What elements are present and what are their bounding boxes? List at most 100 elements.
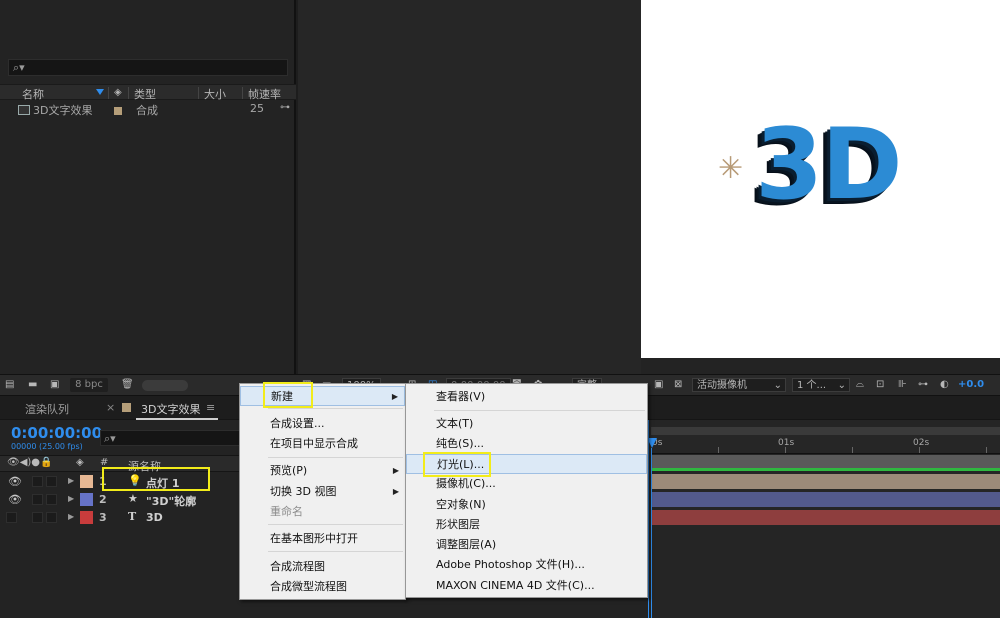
time-navigator[interactable] <box>651 427 1000 435</box>
column-name[interactable]: 名称 <box>22 86 44 102</box>
transparency-grid-icon[interactable]: ⊠ <box>674 378 682 392</box>
tab-composition[interactable]: 3D文字效果 <box>141 401 200 417</box>
viewer-3d-text[interactable]: 3D <box>755 110 903 220</box>
label-tag-icon[interactable]: ◈ <box>114 87 122 98</box>
highlight-light <box>423 452 491 477</box>
new-submenu: 查看器(V) 文本(T) 纯色(S)... 灯光(L)... 摄像机(C)...… <box>405 383 648 598</box>
submenu-arrow-icon: ▶ <box>391 392 398 401</box>
render-cache-line <box>651 468 1000 471</box>
exposure-value[interactable]: +0.0 <box>958 378 984 392</box>
column-size[interactable]: 大小 <box>204 86 226 102</box>
column-framerate[interactable]: 帧速率 <box>248 86 281 102</box>
trash-icon[interactable]: 🗑 <box>121 378 134 392</box>
visibility-switch-off[interactable] <box>6 512 17 523</box>
submenu-item-photoshop-file[interactable]: Adobe Photoshop 文件(H)... <box>406 555 647 575</box>
interpret-footage-icon[interactable]: ▤ <box>5 378 14 392</box>
expand-triangle-icon[interactable]: ▶ <box>68 494 74 503</box>
layer-name[interactable]: 3D <box>146 511 163 524</box>
layer-duration-bar[interactable] <box>651 492 1000 507</box>
visibility-eye-icon[interactable]: 👁 <box>8 475 22 488</box>
project-item-type: 合成 <box>136 104 158 117</box>
label-color-swatch <box>114 107 122 115</box>
solo-switch[interactable] <box>32 512 43 523</box>
thumbnail-size-slider[interactable] <box>142 380 188 391</box>
submenu-item-shape-layer[interactable]: 形状图层 <box>406 515 647 535</box>
project-item-fps: 25 <box>250 102 264 115</box>
viewer-pasteboard <box>641 358 1000 374</box>
project-search-input[interactable]: ⌕▾ <box>8 59 288 76</box>
text-layer-icon: T <box>128 510 137 523</box>
fast-preview-icon[interactable]: ⊡ <box>876 378 884 392</box>
project-item-row[interactable]: 3D文字效果 合成 25 ⊶ <box>0 101 296 117</box>
layer-label-color[interactable] <box>80 493 93 506</box>
submenu-item-null-object[interactable]: 空对象(N) <box>406 495 647 515</box>
expand-triangle-icon[interactable]: ▶ <box>68 512 74 521</box>
submenu-item-viewer[interactable]: 查看器(V) <box>406 387 647 407</box>
menu-item-comp-settings[interactable]: 合成设置... <box>240 414 405 434</box>
layer-duration-bar[interactable] <box>651 510 1000 525</box>
av-switch-icons[interactable]: 👁◀)●🔒 <box>7 457 52 468</box>
submenu-item-camera[interactable]: 摄像机(C)... <box>406 474 647 494</box>
region-of-interest-icon[interactable]: ▣ <box>654 378 663 392</box>
layer-number: 3 <box>99 511 107 524</box>
search-icon: ⌕▾ <box>13 61 25 74</box>
solo-switch[interactable] <box>32 494 43 505</box>
menu-item-comp-mini-flowchart[interactable]: 合成微型流程图 <box>240 577 405 597</box>
label-tag-icon[interactable]: ◈ <box>76 457 84 468</box>
layer-label-color[interactable] <box>80 475 93 488</box>
context-menu: 新建 ▶ 合成设置... 在项目中显示合成 预览(P) ▶ 切换 3D 视图 ▶ 重命… <box>239 383 406 600</box>
project-panel <box>0 0 296 374</box>
expand-triangle-icon[interactable]: ▶ <box>68 476 74 485</box>
light-layer-icon[interactable]: ✳ <box>718 154 743 184</box>
tab-close-icon[interactable]: × <box>106 401 115 414</box>
composition-panel-background <box>298 0 641 374</box>
time-ruler[interactable] <box>651 435 1000 454</box>
camera-view-dropdown: 活动摄像机 ⌄ <box>692 378 786 392</box>
layer-name[interactable]: "3D"轮廓 <box>146 493 196 509</box>
lock-switch[interactable] <box>46 476 57 487</box>
pixel-aspect-icon[interactable]: ⌓ <box>856 378 864 392</box>
tab-render-queue[interactable]: 渲染队列 <box>25 401 69 417</box>
layer-label-color[interactable] <box>80 511 93 524</box>
ruler-label: 01s <box>778 438 795 448</box>
visibility-eye-icon[interactable]: 👁 <box>8 493 22 506</box>
column-type[interactable]: 类型 <box>134 86 156 102</box>
work-area-bar[interactable] <box>651 455 1000 468</box>
menu-item-reveal-in-project[interactable]: 在项目中显示合成 <box>240 434 405 454</box>
lock-switch[interactable] <box>46 512 57 523</box>
menu-item-open-essential-graphics[interactable]: 在基本图形中打开 <box>240 529 405 549</box>
timeline-fps: 00000 (25.00 fps) <box>11 442 83 451</box>
chevron-down-icon: ⌄ <box>837 380 846 391</box>
exposure-reset-icon[interactable]: ◐ <box>940 378 949 392</box>
menu-item-preview[interactable]: 预览(P) ▶ <box>240 461 405 481</box>
menu-item-switch-3d-view[interactable]: 切换 3D 视图 ▶ <box>240 482 405 502</box>
menu-item-rename[interactable]: 重命名 <box>240 502 405 522</box>
solo-switch[interactable] <box>32 476 43 487</box>
tab-label-swatch <box>122 403 131 412</box>
project-column-header: 名称 ◈ 类型 大小 帧速率 <box>0 84 296 102</box>
project-item-name: 3D文字效果 <box>18 102 92 118</box>
timeline-icon[interactable]: ⊪ <box>898 378 907 392</box>
timeline-search-input[interactable]: ⌕▾ <box>100 430 250 446</box>
flowchart-icon[interactable]: ⊶ <box>280 102 290 113</box>
menu-item-comp-flowchart[interactable]: 合成流程图 <box>240 557 405 577</box>
composition-icon <box>18 105 30 115</box>
playhead-handle[interactable] <box>647 438 657 448</box>
submenu-item-cinema4d-file[interactable]: MAXON CINEMA 4D 文件(C)... <box>406 576 647 596</box>
layer-duration-bar[interactable] <box>651 474 1000 489</box>
timeline-current-time[interactable]: 0:00:00:00 <box>11 424 102 442</box>
bit-depth-button[interactable]: 8 bpc <box>70 378 108 392</box>
chevron-down-icon: ⌄ <box>773 380 782 391</box>
submenu-item-adjustment-layer[interactable]: 调整图层(A) <box>406 535 647 555</box>
new-folder-icon[interactable]: ▬ <box>28 378 37 392</box>
highlight-new <box>263 382 313 408</box>
submenu-item-solid[interactable]: 纯色(S)... <box>406 434 647 454</box>
lock-switch[interactable] <box>46 494 57 505</box>
submenu-item-text[interactable]: 文本(T) <box>406 414 647 434</box>
new-composition-icon[interactable]: ▣ <box>50 378 59 392</box>
highlight-light-layer <box>102 467 210 491</box>
playhead-line <box>651 448 652 618</box>
tab-menu-icon[interactable]: ≡ <box>206 401 215 414</box>
views-layout-dropdown: 1 个... ⌄ <box>792 378 850 392</box>
flowchart-icon[interactable]: ⊶ <box>918 378 928 392</box>
